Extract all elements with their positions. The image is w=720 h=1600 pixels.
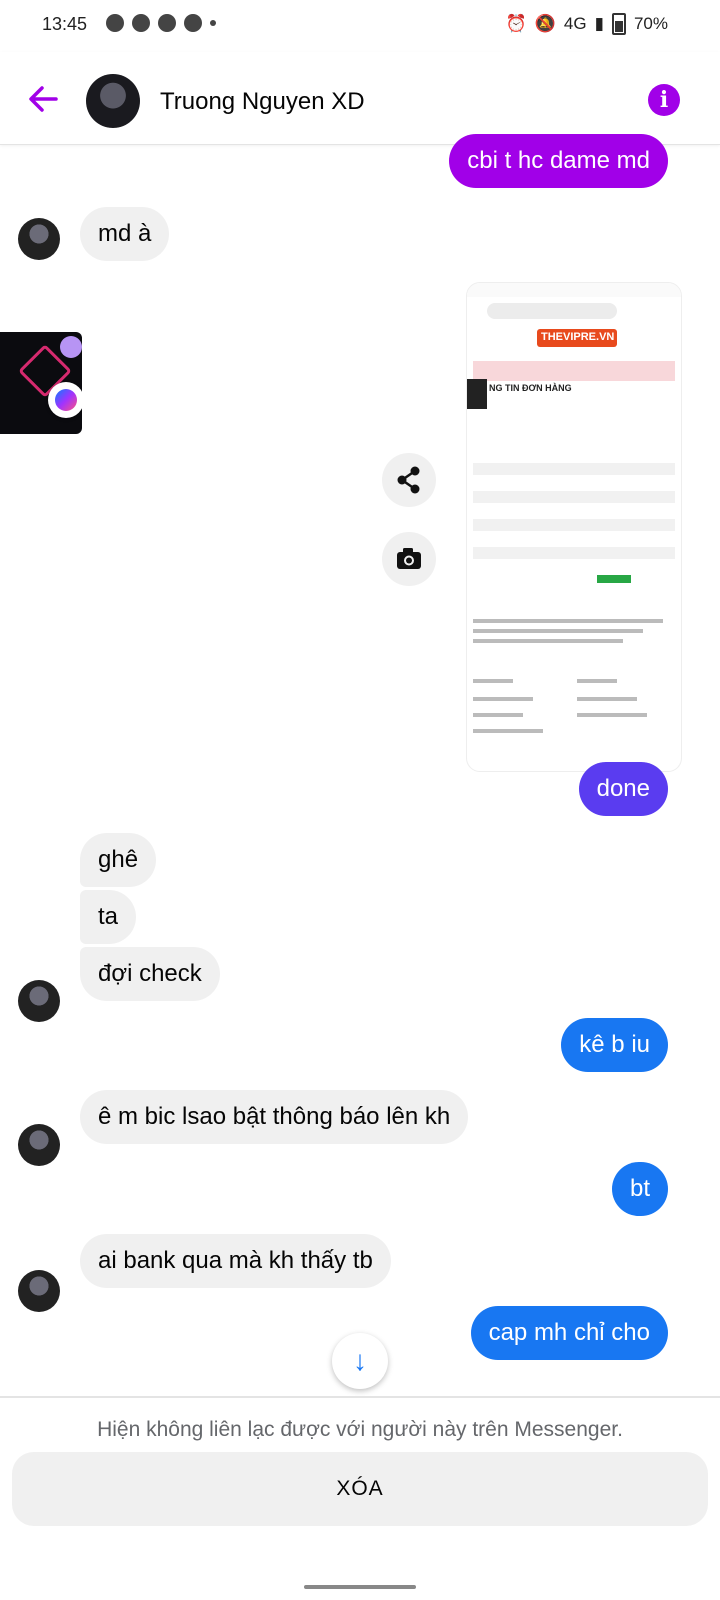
battery-icon	[611, 13, 626, 35]
chat-head-bubble[interactable]	[0, 332, 82, 434]
shared-screenshot-image[interactable]: THEVIPRE.VN NG TIN ĐƠN HÀNG	[466, 282, 682, 772]
screenshot-alert	[473, 361, 675, 381]
message-bubble[interactable]: bt	[611, 1162, 668, 1216]
screenshot-site-name: THEVIPRE.VN	[541, 331, 615, 343]
network-label: 4G	[563, 14, 587, 33]
contact-avatar[interactable]	[86, 74, 140, 128]
mute-icon: 🔕	[534, 14, 556, 33]
messenger-icon	[106, 14, 124, 32]
screenshot-table	[467, 463, 681, 585]
avatar[interactable]	[18, 1270, 60, 1312]
back-arrow-icon[interactable]	[26, 82, 60, 116]
status-time: 13:45	[42, 14, 88, 34]
share-button[interactable]	[382, 453, 436, 507]
status-bar: 13:45 ⏰ 🔕 4G ▮ 70%	[0, 0, 720, 52]
screenshot-avatar-overlay	[467, 379, 487, 409]
alarm-icon: ⏰	[505, 14, 527, 33]
camera-icon	[397, 548, 421, 569]
message-bubble[interactable]: ai bank qua mà kh thấy tb	[80, 1234, 391, 1288]
notification-icons	[106, 14, 216, 32]
message-bubble[interactable]: cap mh chỉ cho	[470, 1306, 668, 1360]
dot-icon	[210, 20, 216, 26]
message-bubble[interactable]: done	[578, 762, 668, 816]
discord-icon	[132, 14, 150, 32]
home-indicator[interactable]	[304, 1585, 416, 1589]
screenshot-site-logo: THEVIPRE.VN	[537, 329, 617, 347]
badge-icon	[60, 336, 82, 358]
contact-name[interactable]: Truong Nguyen XD	[160, 88, 365, 116]
avatar[interactable]	[18, 218, 60, 260]
person-add-icon	[184, 14, 202, 32]
message-bubble[interactable]: ê m bic lsao bật thông báo lên kh	[80, 1090, 469, 1144]
footer-divider	[0, 1396, 720, 1398]
share-icon	[397, 466, 420, 494]
avatar[interactable]	[18, 1124, 60, 1166]
unavailable-notice: Hiện không liên lạc được với người này t…	[97, 1418, 623, 1441]
arrow-down-icon: ↓	[353, 1345, 367, 1376]
message-bubble[interactable]: md à	[80, 207, 170, 261]
scroll-down-button[interactable]: ↓	[332, 1333, 388, 1389]
messenger-icon	[48, 382, 82, 418]
screenshot-section-title: NG TIN ĐƠN HÀNG	[489, 383, 572, 393]
chat-header: Truong Nguyen XD i	[0, 52, 720, 145]
message-bubble[interactable]: kê b iu	[561, 1018, 668, 1072]
screenshot-status-bar	[467, 283, 681, 297]
delete-button[interactable]: XÓA	[12, 1452, 708, 1526]
camera-button[interactable]	[382, 532, 436, 586]
message-bubble[interactable]: cbi t hc dame md	[449, 134, 668, 188]
message-bubble[interactable]: ta	[80, 890, 137, 944]
screenshot-url-bar	[487, 303, 617, 319]
message-bubble[interactable]: đợi check	[80, 947, 220, 1001]
info-icon[interactable]: i	[648, 84, 680, 116]
signal-icon: ▮	[594, 14, 604, 33]
chat-icon	[158, 14, 176, 32]
battery-level: 70%	[633, 14, 668, 33]
avatar[interactable]	[18, 980, 60, 1022]
message-bubble[interactable]: ghê	[80, 833, 157, 887]
status-right: ⏰ 🔕 4G ▮ 70%	[506, 13, 668, 35]
